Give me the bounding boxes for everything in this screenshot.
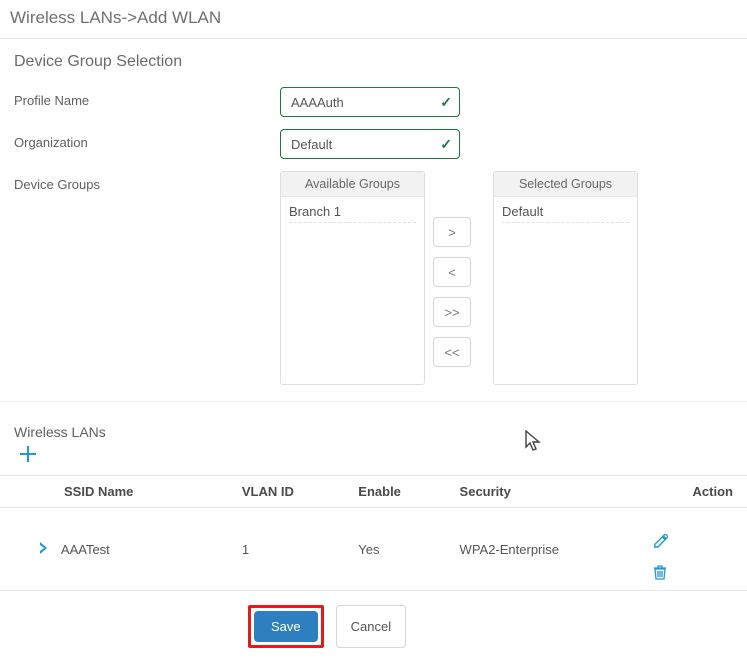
wireless-lans-title: Wireless LANs: [14, 424, 737, 440]
col-security: Security: [450, 476, 643, 508]
move-left-button[interactable]: <: [433, 257, 471, 287]
col-ssid: SSID Name: [0, 476, 232, 508]
cell-vlan: 1: [232, 508, 348, 591]
move-right-button[interactable]: >: [433, 217, 471, 247]
col-enable: Enable: [348, 476, 449, 508]
save-button[interactable]: Save: [254, 611, 318, 642]
trash-icon: [653, 565, 667, 580]
save-highlight: Save: [248, 605, 324, 648]
edit-icon: [653, 534, 668, 549]
profile-name-input[interactable]: [280, 87, 460, 117]
checkmark-icon: ✓: [440, 94, 452, 111]
label-device-groups: Device Groups: [14, 171, 280, 192]
cancel-button[interactable]: Cancel: [336, 605, 406, 648]
cell-enable: Yes: [348, 508, 449, 591]
list-item[interactable]: Branch 1: [289, 201, 416, 223]
col-action: Action: [643, 476, 747, 508]
available-groups-header: Available Groups: [281, 172, 424, 197]
add-wlan-button[interactable]: [14, 440, 42, 470]
organization-input[interactable]: [280, 129, 460, 159]
breadcrumb: Wireless LANs->Add WLAN: [0, 0, 747, 39]
selected-groups-listbox[interactable]: Selected Groups Default: [493, 171, 638, 385]
chevron-right-icon: [38, 542, 48, 554]
section-title: Device Group Selection: [0, 39, 747, 77]
cell-security: WPA2-Enterprise: [450, 508, 643, 591]
wlan-table: SSID Name VLAN ID Enable Security Action…: [0, 475, 747, 591]
cell-ssid: AAATest: [61, 542, 110, 557]
checkmark-icon: ✓: [440, 136, 452, 153]
move-all-left-button[interactable]: <<: [433, 337, 471, 367]
plus-icon: [20, 446, 36, 462]
delete-row-button[interactable]: [653, 565, 737, 580]
expand-row-toggle[interactable]: [38, 542, 48, 554]
available-groups-listbox[interactable]: Available Groups Branch 1: [280, 171, 425, 385]
selected-groups-header: Selected Groups: [494, 172, 637, 197]
label-organization: Organization: [14, 129, 280, 150]
label-profile-name: Profile Name: [14, 87, 280, 108]
move-all-right-button[interactable]: >>: [433, 297, 471, 327]
table-row: AAATest 1 Yes WPA2-Enterprise: [0, 508, 747, 591]
list-item[interactable]: Default: [502, 201, 629, 223]
edit-row-button[interactable]: [653, 534, 737, 549]
col-vlan: VLAN ID: [232, 476, 348, 508]
